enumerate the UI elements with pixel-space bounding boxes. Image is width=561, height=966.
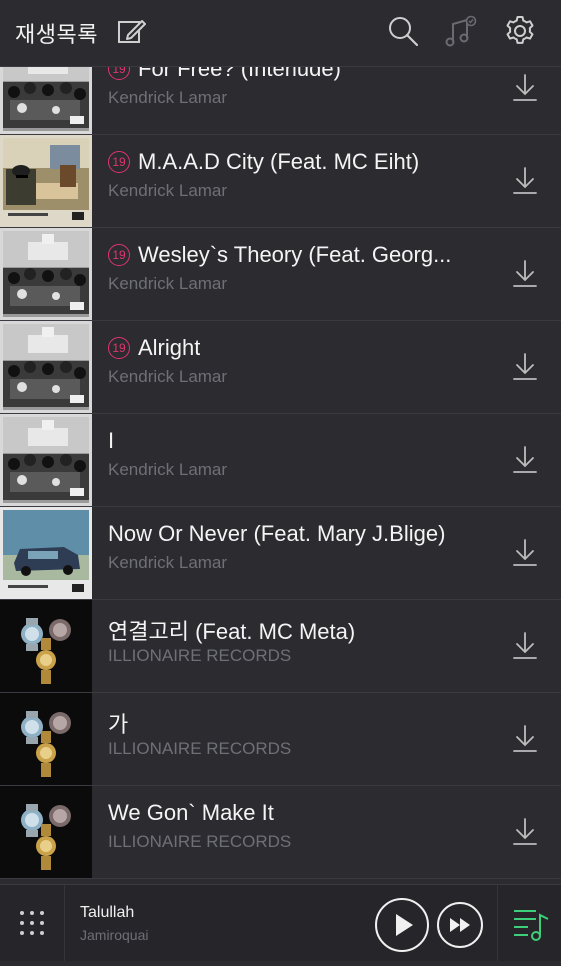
menu-grid-button[interactable]: [0, 885, 65, 961]
track-title: 연결고리 (Feat. MC Meta): [108, 614, 488, 646]
track-artist: ILLIONAIRE RECORDS: [108, 646, 292, 665]
track-title-text: I: [108, 428, 115, 453]
track-row[interactable]: 19 M.A.A.D City (Feat. MC Eiht) Kendrick L…: [0, 135, 561, 228]
download-icon[interactable]: [510, 258, 540, 290]
top-bar: 재생목록: [0, 0, 561, 67]
track-row[interactable]: 19 Wesley`s Theory (Feat. Georg... Kendric…: [0, 228, 561, 321]
track-title-text: 가: [108, 712, 129, 737]
play-button[interactable]: [374, 897, 430, 953]
track-title: 19 Wesley`s Theory (Feat. Georg...: [108, 242, 488, 268]
page-title: 재생목록: [15, 22, 98, 47]
track-row[interactable]: I Kendrick Lamar: [0, 414, 561, 507]
track-title: We Gon` Make It: [108, 800, 488, 826]
track-row[interactable]: Now Or Never (Feat. Mary J.Blige) Kendric…: [0, 507, 561, 600]
download-icon[interactable]: [510, 816, 540, 848]
search-icon[interactable]: [386, 14, 420, 48]
download-icon[interactable]: [510, 72, 540, 104]
album-art: [0, 693, 92, 785]
album-art: [0, 135, 92, 227]
track-row[interactable]: 19 Alright Kendrick Lamar: [0, 321, 561, 414]
album-art: [0, 786, 92, 878]
now-playing-title[interactable]: Talullah: [80, 904, 134, 922]
music-filter-icon[interactable]: [443, 14, 477, 48]
track-title: Now Or Never (Feat. Mary J.Blige): [108, 521, 488, 547]
track-row[interactable]: 연결고리 (Feat. MC Meta) ILLIONAIRE RECORDS: [0, 600, 561, 693]
download-icon[interactable]: [510, 165, 540, 197]
explicit-badge: 19: [108, 244, 130, 266]
playlist-queue-button[interactable]: [497, 885, 561, 961]
track-title-text: 연결고리 (Feat. MC Meta): [108, 619, 356, 644]
track-title-text: Wesley`s Theory (Feat. Georg...: [138, 242, 452, 267]
track-artist: Kendrick Lamar: [108, 88, 228, 107]
track-title: 19 For Free? (Interlude): [108, 67, 488, 82]
download-icon[interactable]: [510, 444, 540, 476]
track-artist: ILLIONAIRE RECORDS: [108, 832, 292, 851]
track-title: 19 Alright: [108, 335, 488, 361]
now-playing-artist: Jamiroquai: [80, 927, 149, 943]
track-row[interactable]: We Gon` Make It ILLIONAIRE RECORDS: [0, 786, 561, 879]
track-title: I: [108, 428, 488, 454]
track-title-text: Now Or Never (Feat. Mary J.Blige): [108, 521, 446, 546]
track-artist: Kendrick Lamar: [108, 553, 228, 572]
download-icon[interactable]: [510, 351, 540, 383]
fast-forward-button[interactable]: [436, 901, 484, 949]
download-icon[interactable]: [510, 537, 540, 569]
grid-icon: [20, 911, 44, 935]
track-title-text: Alright: [138, 335, 201, 360]
download-icon[interactable]: [510, 723, 540, 755]
track-title-text: We Gon` Make It: [108, 800, 274, 825]
album-art: [0, 507, 92, 599]
mini-player: Talullah Jamiroquai: [0, 884, 561, 961]
track-title: 19 M.A.A.D City (Feat. MC Eiht): [108, 149, 488, 175]
album-art: [0, 67, 92, 134]
album-art: [0, 321, 92, 413]
track-list: 19 For Free? (Interlude) Kendrick Lamar 19 M…: [0, 67, 561, 883]
track-artist: Kendrick Lamar: [108, 367, 228, 386]
track-artist: Kendrick Lamar: [108, 274, 228, 293]
album-art: [0, 228, 92, 320]
playlist-icon: [514, 910, 549, 941]
settings-icon[interactable]: [503, 14, 537, 48]
track-row[interactable]: 가 ILLIONAIRE RECORDS: [0, 693, 561, 786]
track-title: 가: [108, 707, 488, 739]
explicit-badge: 19: [108, 151, 130, 173]
track-artist: Kendrick Lamar: [108, 460, 228, 479]
track-artist: Kendrick Lamar: [108, 181, 228, 200]
track-title-text: For Free? (Interlude): [138, 67, 341, 81]
track-title-text: M.A.A.D City (Feat. MC Eiht): [138, 149, 420, 174]
edit-icon[interactable]: [114, 14, 148, 48]
explicit-badge: 19: [108, 67, 130, 80]
track-row[interactable]: 19 For Free? (Interlude) Kendrick Lamar: [0, 67, 561, 135]
album-art: [0, 600, 92, 692]
download-icon[interactable]: [510, 630, 540, 662]
track-artist: ILLIONAIRE RECORDS: [108, 739, 292, 758]
explicit-badge: 19: [108, 337, 130, 359]
album-art: [0, 414, 92, 506]
